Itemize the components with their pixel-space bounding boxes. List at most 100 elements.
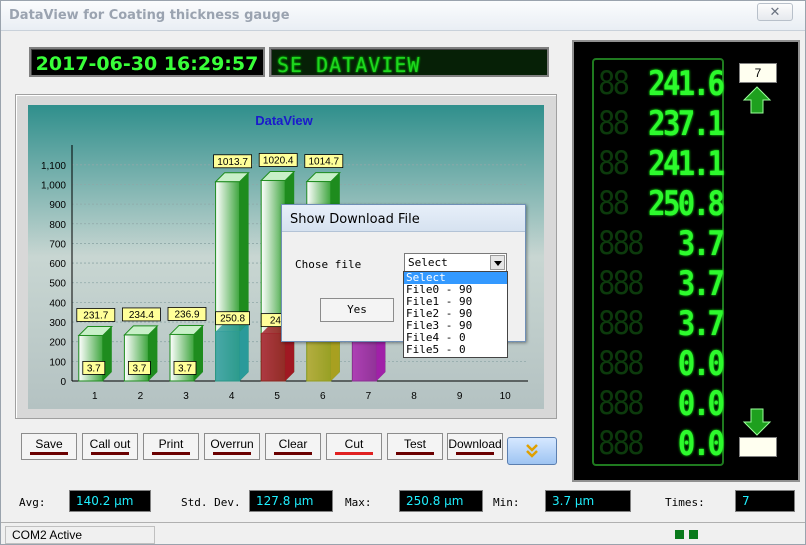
status-led-icon: [689, 530, 698, 539]
chose-file-label: Chose file: [295, 258, 362, 271]
reading-row: 888 0.0: [598, 424, 725, 464]
reading-row: 88 250.8: [598, 184, 725, 224]
reading-row: 88 241.6: [598, 64, 725, 104]
reading-ghost-digits: 88: [598, 64, 630, 102]
reading-ghost-digits: 88: [598, 184, 630, 222]
reading-value: 0.0: [677, 344, 724, 384]
file-select-value: Select: [408, 256, 448, 269]
dialog-title: Show Download File: [290, 212, 420, 227]
y-tick-label: 400: [49, 298, 66, 309]
reading-row: 888 3.7: [598, 224, 725, 264]
reading-ghost-digits: 888: [598, 424, 645, 462]
reading-row: 888 3.7: [598, 264, 725, 304]
data-label: 3.7: [87, 363, 101, 374]
x-tick-label: 10: [500, 391, 512, 402]
main-window: DataView for Coating thickness gauge ✕ 2…: [0, 0, 806, 545]
close-button[interactable]: ✕: [757, 3, 793, 21]
reading-value: 241.1: [647, 144, 725, 184]
print-button[interactable]: Print: [143, 433, 199, 460]
datetime-text: 2017-06-30 16:29:57: [35, 53, 259, 75]
data-label: 3.7: [132, 363, 146, 374]
std-dev-label: Std. Dev.: [181, 496, 241, 509]
expand-button[interactable]: [507, 437, 557, 465]
avg-value: 140.2 µm: [69, 490, 151, 512]
data-label: 1020.4: [263, 155, 294, 166]
data-label: 1014.7: [309, 157, 340, 168]
max-value: 250.8 µm: [399, 490, 483, 512]
chevron-down-icon: [526, 444, 538, 458]
download-button[interactable]: Download: [447, 433, 503, 460]
reading-value: 3.7: [677, 264, 724, 304]
avg-label: Avg:: [19, 496, 46, 509]
arrow-up-icon[interactable]: [742, 85, 772, 115]
bar-lower-side: [239, 322, 249, 381]
data-label: 3.7: [178, 363, 192, 374]
dialog-title-bar: Show Download File: [282, 205, 525, 232]
data-label: 234.4: [129, 310, 154, 321]
x-tick-label: 9: [457, 391, 463, 402]
reading-value: 3.7: [677, 304, 724, 344]
call-out-button[interactable]: Call out: [82, 433, 138, 460]
status-led-icon: [675, 530, 684, 539]
datetime-display: 2017-06-30 16:29:57: [29, 47, 265, 77]
reading-value: 250.8: [647, 184, 725, 224]
reading-row: 88 241.1: [598, 144, 725, 184]
reading-ghost-digits: 888: [598, 264, 645, 302]
yes-button[interactable]: Yes: [320, 298, 394, 322]
y-tick-label: 300: [49, 318, 66, 329]
save-button[interactable]: Save: [21, 433, 77, 460]
x-tick-label: 3: [183, 391, 189, 402]
y-tick-label: 1,000: [41, 180, 66, 191]
times-value: 7: [735, 490, 795, 512]
file-dropdown-list: Select File0 - 90 File1 - 90 File2 - 90 File…: [403, 271, 508, 358]
reading-row: 888 0.0: [598, 344, 725, 384]
window-title: DataView for Coating thickness gauge: [9, 8, 290, 23]
title-bar: DataView for Coating thickness gauge ✕: [1, 1, 805, 31]
chevron-down-icon[interactable]: [490, 255, 505, 270]
reading-value: 3.7: [677, 224, 724, 264]
y-tick-label: 900: [49, 200, 66, 211]
reading-ghost-digits: 88: [598, 104, 630, 142]
reading-count: 7: [739, 63, 777, 83]
x-tick-label: 8: [411, 391, 417, 402]
bar-lower: [215, 331, 241, 382]
reading-ghost-digits: 888: [598, 304, 645, 342]
cut-button[interactable]: Cut: [326, 433, 382, 460]
file-select[interactable]: Select: [404, 253, 507, 272]
min-label: Min:: [493, 496, 520, 509]
y-tick-label: 700: [49, 239, 66, 250]
x-tick-label: 1: [92, 391, 98, 402]
data-label: 1013.7: [217, 157, 248, 168]
reading-ghost-digits: 88: [598, 144, 630, 182]
y-tick-label: 100: [49, 357, 66, 368]
ticker-display: SE DATAVIEW: [269, 47, 549, 77]
x-tick-label: 4: [229, 391, 235, 402]
x-tick-label: 2: [138, 391, 144, 402]
reading-value: 0.0: [677, 384, 724, 424]
times-label: Times:: [665, 496, 705, 509]
std-dev-value: 127.8 µm: [249, 490, 333, 512]
min-value: 3.7 µm: [545, 490, 631, 512]
x-tick-label: 6: [320, 391, 326, 402]
data-label: 231.7: [83, 310, 108, 321]
reading-ghost-digits: 888: [598, 344, 645, 382]
data-label: 250.8: [220, 314, 245, 325]
x-tick-label: 7: [366, 391, 372, 402]
clear-button[interactable]: Clear: [265, 433, 321, 460]
reading-input-box[interactable]: [739, 437, 777, 457]
arrow-down-icon[interactable]: [742, 407, 772, 437]
status-text: COM2 Active: [5, 526, 155, 544]
reading-row: 888 0.0: [598, 384, 725, 424]
y-tick-label: 1,100: [41, 161, 66, 172]
chart-title: DataView: [255, 113, 313, 128]
test-button[interactable]: Test: [387, 433, 443, 460]
max-label: Max:: [345, 496, 372, 509]
reading-row: 888 3.7: [598, 304, 725, 344]
reading-ghost-digits: 888: [598, 224, 645, 262]
file-option[interactable]: File5 - 0: [404, 344, 507, 356]
data-label: 236.9: [174, 309, 199, 320]
y-tick-label: 800: [49, 220, 66, 231]
overrun-button[interactable]: Overrun: [204, 433, 260, 460]
reading-value: 0.0: [677, 424, 724, 464]
reading-value: 241.6: [647, 64, 725, 104]
